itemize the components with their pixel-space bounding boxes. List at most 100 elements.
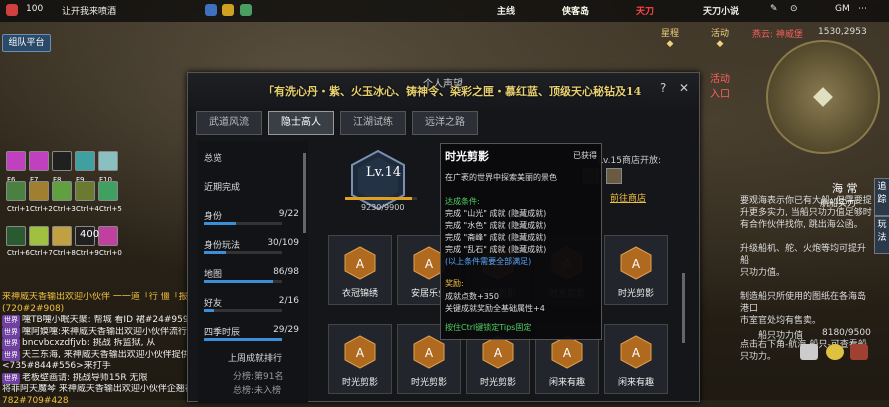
tooltip-reward1: 成就点数+350 <box>445 291 499 302</box>
power-value: 8180/9500 <box>822 328 871 338</box>
chat-text: <735#844#556>来打手 <box>2 361 111 371</box>
main-line-link[interactable]: 主线 <box>497 4 515 17</box>
side-tab-track[interactable]: 追踪 <box>874 178 889 216</box>
reward-banner: 「有洗心丹・紫、火玉冰心、铸神令、染彩之匣・慕红蓝、顶级天心秘钻及14 <box>263 83 641 99</box>
gift-icon[interactable] <box>222 4 234 16</box>
notice-text: 让开我来喷酒 <box>62 4 116 17</box>
tab-ocean[interactable]: 远洋之路 <box>412 111 478 135</box>
skill-slot[interactable] <box>52 151 72 171</box>
wifi-icon: ⊙ <box>790 4 798 14</box>
chat-text: 来神威天香输出欢迎小伙伴 一一道「行 僵「报一企 <box>2 292 197 302</box>
sidebar-item[interactable]: 地图86/98 <box>204 267 299 280</box>
sidebar-progress <box>204 222 282 225</box>
side-tab-play[interactable]: 玩法 <box>874 216 889 254</box>
skill-slot[interactable] <box>29 226 49 246</box>
rank-title: 上周成就排行 <box>228 351 282 364</box>
skill-slot[interactable] <box>98 226 118 246</box>
chat-line[interactable]: 世界老板壁画请: 挑战导师15R 无限 <box>2 373 197 385</box>
sidebar-item[interactable]: 总览 <box>204 151 299 164</box>
event-icon[interactable]: 活动◆ <box>700 26 740 56</box>
sidebar-item[interactable]: 四季时辰29/29 <box>204 325 299 338</box>
quest-tag: 海 常 <box>832 180 858 196</box>
chat-line[interactable]: 来神威天香输出欢迎小伙伴 一一道「行 僵「报一企 <box>2 292 197 304</box>
shop-link[interactable]: 前往商店 <box>610 191 646 204</box>
sidebar-item-label: 总览 <box>204 154 222 164</box>
achievement-label: 时光剪影 <box>467 375 529 388</box>
svg-text:A: A <box>494 346 503 360</box>
achievement-icon: A <box>551 335 583 369</box>
tooltip-hint: 按住Ctrl键锁定Tips固定 <box>445 322 531 333</box>
sidebar-item[interactable]: 身份9/22 <box>204 209 299 222</box>
tab-trial[interactable]: 江湖试练 <box>340 111 406 135</box>
tooltip-cond: 完成 "山光" 成就 (隐藏成就) <box>445 208 546 219</box>
achievement-label: 衣冠锦绣 <box>329 286 391 299</box>
logo-novel[interactable]: 天刀小说 <box>703 4 739 17</box>
chat-line[interactable]: 782#709#428 <box>2 396 197 407</box>
chat-text: 嚏阿嫫嚏:来神威天香输出欢迎小伙伴流行通知 <box>22 327 197 337</box>
tab-martial[interactable]: 武道风流 <box>196 111 262 135</box>
skill-slot[interactable] <box>75 181 95 201</box>
achievement-label: 时光剪影 <box>329 375 391 388</box>
achievement-card[interactable]: A衣冠锦绣 <box>328 235 392 305</box>
close-button[interactable]: ✕ <box>679 81 689 95</box>
logo-tiandao[interactable]: 天刀 <box>636 4 654 17</box>
xp-bar <box>345 197 417 200</box>
star-tower-icon[interactable]: 星程◆ <box>650 26 690 56</box>
achievement-card[interactable]: A时光剪影 <box>604 235 668 305</box>
grid-scrollbar[interactable] <box>682 273 685 343</box>
tooltip-reward2: 关键成就奖励全基础属性+4 <box>445 303 545 314</box>
skill-slot[interactable] <box>29 151 49 171</box>
sidebar-item[interactable]: 身份玩法30/109 <box>204 238 299 251</box>
shop-item-icon[interactable] <box>606 168 622 184</box>
sidebar-item[interactable]: 近期完成 <box>204 180 299 193</box>
chat-log[interactable]: 来神威天香输出欢迎小伙伴 一一道「行 僵「报一企 (720#2#908)世界嚏TB… <box>2 292 197 407</box>
chat-line[interactable]: 将菲阿天魔琴 来神威天香输出欢迎小伙伴企翘裙 <box>2 384 197 396</box>
chat-line[interactable]: 世界嚏TB嚏小眠天聚: 帮城 看ID 裙#24#959 <box>2 315 197 327</box>
team-platform-button[interactable]: 组队平台 <box>2 34 51 52</box>
message-icon[interactable] <box>205 4 217 16</box>
minimap[interactable] <box>766 40 880 154</box>
rank-line2: 总榜:未入榜 <box>233 383 281 396</box>
skill-slot[interactable] <box>75 151 95 171</box>
menu-icon[interactable]: ⋯ <box>858 4 867 14</box>
skill-slot[interactable] <box>52 226 72 246</box>
achievement-card[interactable]: A闲来有趣 <box>604 324 668 394</box>
achievement-icon: A <box>620 335 652 369</box>
edit-icon[interactable]: ✎ <box>770 4 778 14</box>
skill-hotkey: Ctrl+1 <box>7 205 30 213</box>
skill-slot[interactable] <box>29 181 49 201</box>
share-icon[interactable] <box>240 4 252 16</box>
skill-slot[interactable] <box>6 226 26 246</box>
promo-icon[interactable]: 活动入口 <box>700 70 740 106</box>
sidebar-item[interactable]: 好友2/16 <box>204 296 299 309</box>
bag-icon[interactable] <box>850 344 868 360</box>
chat-line[interactable]: 世界bncvbcxzdfjvb: 挑战 拆监狱, 从 <box>2 338 197 350</box>
svg-text:A: A <box>632 257 641 271</box>
tooltip-cond-note: (以上条件需要全部满足) <box>445 256 531 267</box>
logo-island[interactable]: 侠客岛 <box>562 4 589 17</box>
chat-line[interactable]: 世界嚏阿嫫嚏:来神威天香输出欢迎小伙伴流行通知 <box>2 327 197 339</box>
chat-line[interactable]: 世界天三东海, 来神威天香输出欢迎小伙伴提供 <box>2 350 197 362</box>
svg-text:A: A <box>356 346 365 360</box>
achievement-icon: A <box>413 335 445 369</box>
chat-line[interactable]: <735#844#556>来打手 <box>2 361 197 373</box>
achievement-card[interactable]: A 时光剪影 <box>328 324 392 394</box>
skill-slot[interactable] <box>98 151 118 171</box>
help-button[interactable]: ? <box>660 81 666 95</box>
skill-slot[interactable] <box>98 181 118 201</box>
tooltip-cond: 完成 "乱石" 成就 (隐藏成就) <box>445 244 546 255</box>
chat-line[interactable]: (720#2#908) <box>2 304 197 316</box>
tab-hermit[interactable]: 隐士高人 <box>268 111 334 135</box>
coin-icon[interactable] <box>826 344 844 360</box>
sidebar-scrollbar[interactable] <box>303 153 306 233</box>
gm-button[interactable]: GM <box>835 4 850 14</box>
skill-slot[interactable] <box>6 181 26 201</box>
svg-text:A: A <box>425 346 434 360</box>
svg-text:A: A <box>632 346 641 360</box>
skill-slot[interactable] <box>52 181 72 201</box>
sidebar-item-label: 地图 <box>204 270 222 280</box>
letter-icon[interactable] <box>800 344 818 360</box>
achievement-tooltip: 时光剪影 已获得 在广袤的世界中探索美丽的景色 达成条件: 完成 "山光" 成就… <box>440 143 602 340</box>
sidebar-item-label: 好友 <box>204 299 222 309</box>
skill-slot[interactable] <box>6 151 26 171</box>
